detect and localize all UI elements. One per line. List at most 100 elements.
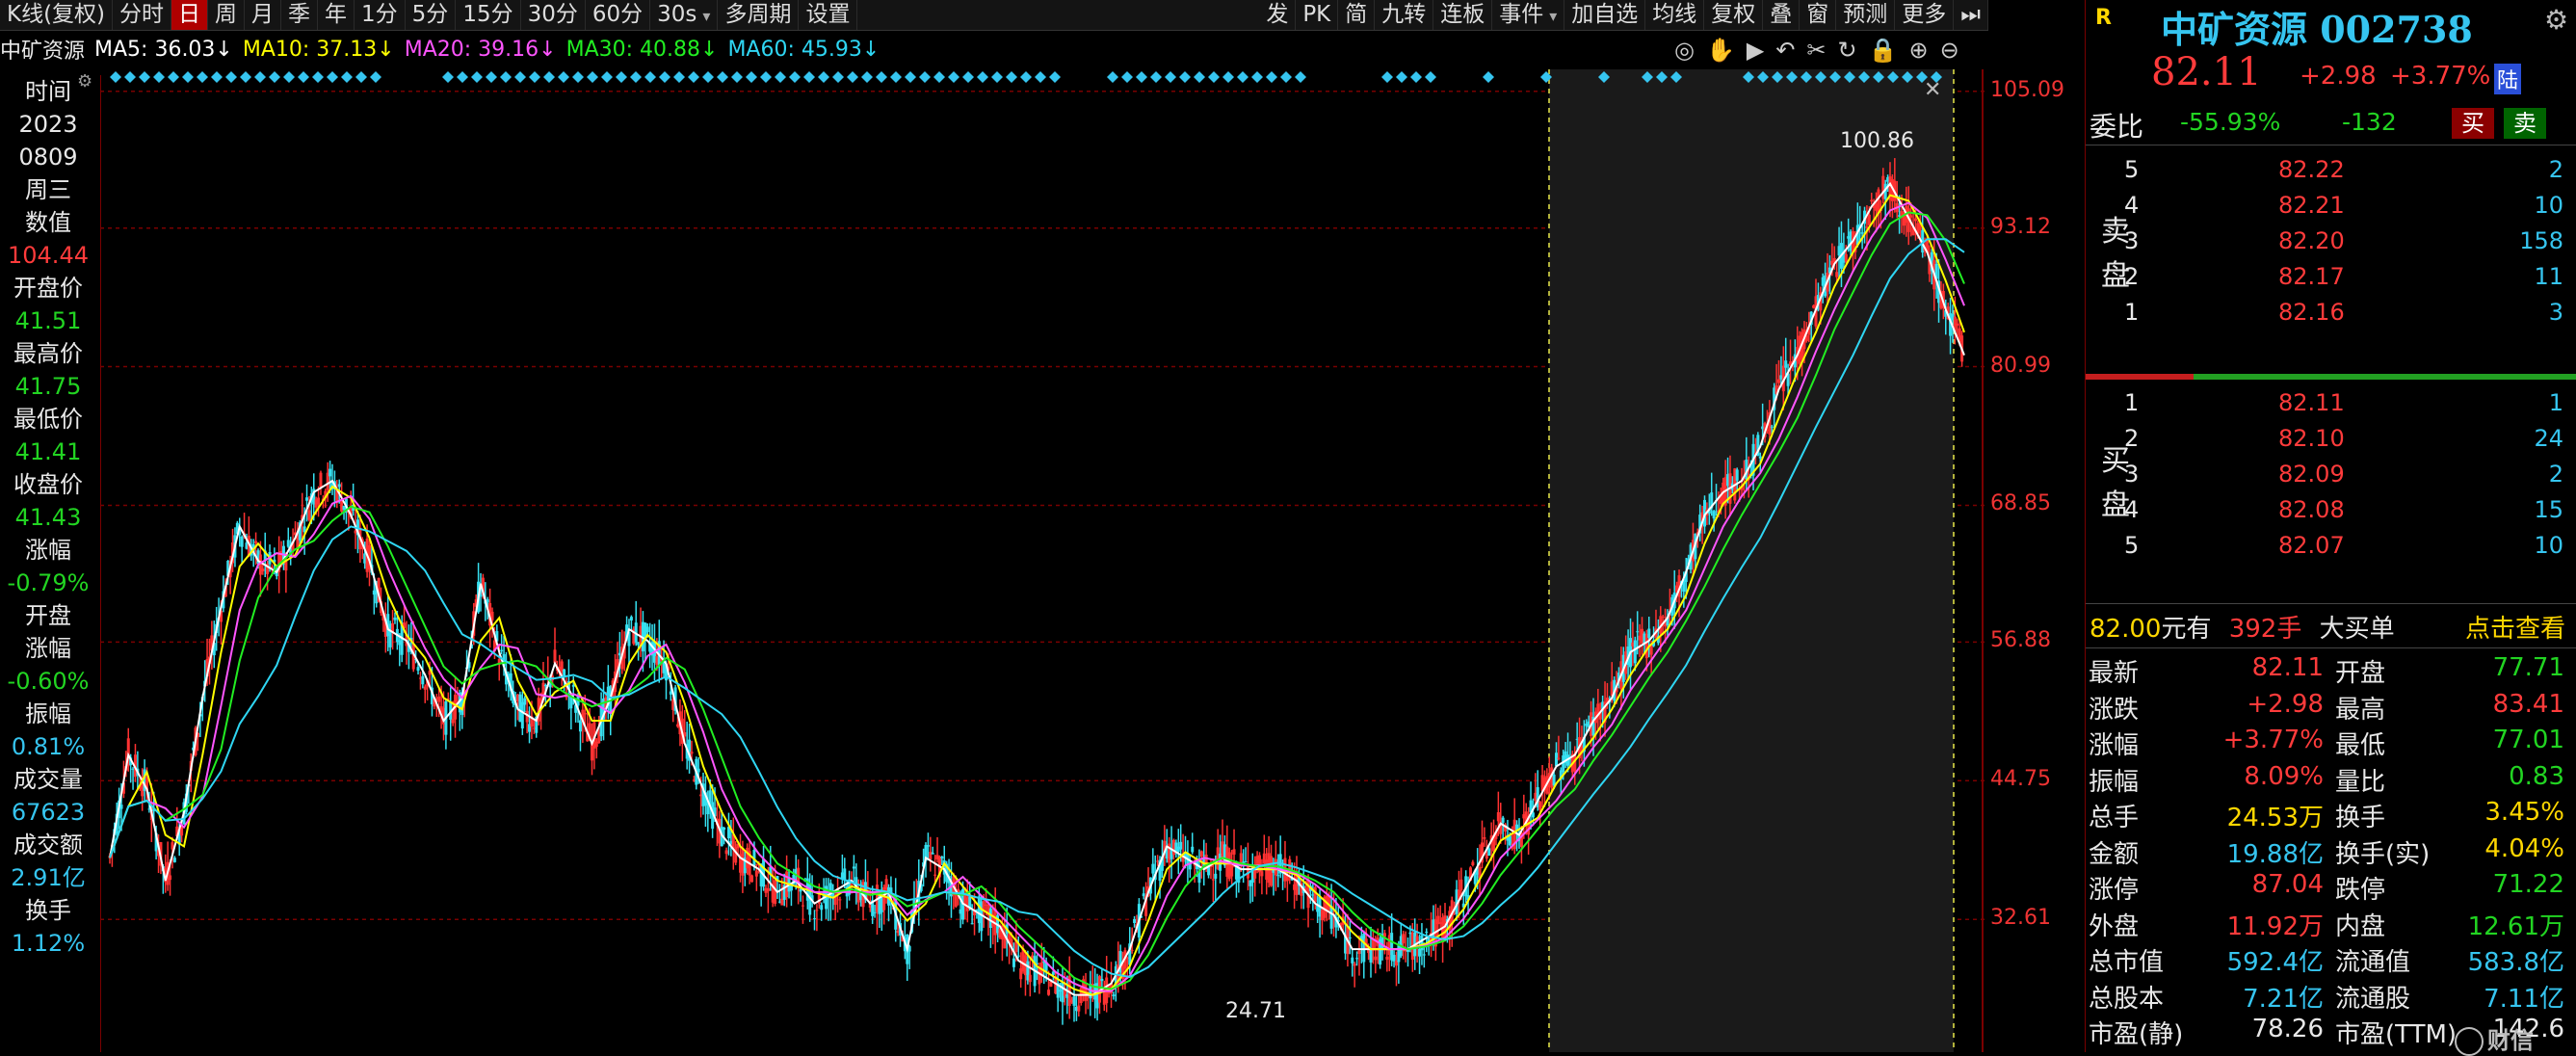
toolbar-item[interactable]: 1分 [355,0,406,30]
toolbar-item[interactable]: 30分 [521,0,586,30]
price-axis-label: 56.88 [1990,628,2051,653]
export-icon[interactable]: ⏭ [1954,0,1988,30]
candle-body [1072,996,1076,1006]
level-price: 82.11 [2278,389,2345,416]
toolbar-right-item[interactable]: 叠 [1763,0,1801,30]
refresh-icon[interactable]: ↻ [1838,37,1857,66]
candle-body [500,649,504,651]
eye-icon[interactable]: ◎ [1674,37,1695,66]
bids-row[interactable]: 1 82.11 1 [2124,385,2576,421]
toolbar-item[interactable]: 设置 [799,0,858,30]
play-icon[interactable]: ▶ [1747,37,1764,66]
price-axis-label: 32.61 [1990,906,2051,931]
candle-body [423,686,427,690]
info-row: 0.81% [11,733,86,760]
info-row: 周三 [25,176,71,203]
toolbar-item[interactable]: 分时 [113,0,172,30]
signal-marker [731,71,743,83]
toolbar-item[interactable]: K线(复权) [0,0,114,30]
info-row: 成交额 [13,832,83,858]
zoom-in-icon[interactable]: ⊕ [1909,37,1929,66]
asks-row[interactable]: 4 82.21 10 [2124,188,2576,224]
stat-row: 金额 19.88亿 换手(实) 4.04% [2089,834,2570,869]
scissors-icon[interactable]: ✂ [1806,37,1826,66]
stat-value: 78.26 [2251,1015,2324,1043]
level-price: 82.08 [2278,496,2345,523]
bids-row[interactable]: 4 82.08 15 [2124,492,2576,528]
signal-marker [1208,71,1220,83]
signal-marker [616,71,627,83]
toolbar-right-item[interactable]: 事件 [1492,0,1565,30]
signal-marker [110,71,121,83]
level-volume: 3 [2548,299,2563,326]
lock-icon[interactable]: 🔒 [1869,37,1898,66]
toolbar-item[interactable]: 15分 [456,0,521,30]
toolbar-item[interactable]: 周 [208,0,246,30]
stat-label: 最高 [2335,695,2386,725]
candle-body [119,805,123,809]
candle-body [1199,851,1203,858]
toolbar-right-item[interactable]: 加自选 [1564,0,1646,30]
toolbar-item[interactable]: 多周期 [718,0,800,30]
watermark-label: 财信 [2487,1027,2534,1054]
candle-body [1636,631,1640,633]
zoom-out-icon[interactable]: ⊖ [1940,37,1959,66]
undo-icon[interactable]: ↶ [1775,37,1795,66]
toolbar-right-item[interactable]: 窗 [1800,0,1837,30]
candle-body [1402,934,1406,944]
toolbar-right-item[interactable]: 预测 [1836,0,1896,30]
toolbar-right-item[interactable]: 均线 [1645,0,1705,30]
candle-body [240,536,244,547]
stat-label: 最低 [2335,731,2386,760]
stat-value: 87.04 [2251,870,2324,899]
weibi-num: -132 [2342,108,2397,136]
toolbar-item[interactable]: 30s [650,0,719,30]
toolbar-item[interactable]: 年 [318,0,355,30]
stock-title[interactable]: 中矿资源 002738 [2161,0,2473,53]
info-row: -0.79% [7,569,90,596]
toolbar-right-item[interactable]: 复权 [1704,0,1764,30]
toolbar-item[interactable]: 日 [171,0,209,30]
asks-row[interactable]: 2 82.17 11 [2124,259,2576,295]
ma20-label: MA20: 39.16↓ [404,37,557,62]
big-order-price: 82.00 [2090,615,2162,644]
asks-row[interactable]: 1 82.16 3 [2124,295,2576,330]
asks-row[interactable]: 3 82.20 158 [2124,224,2576,259]
toolbar-item[interactable]: 月 [245,0,282,30]
level-volume: 2 [2548,156,2563,183]
big-order-bar[interactable]: 82.00元有 392手 大买单 点击查看 [2090,609,2571,645]
candle-body [1016,955,1020,957]
candle-body [523,698,527,705]
kline-chart[interactable]: 100.86 24.71 ✕ [100,69,1985,1052]
sell-button[interactable]: 卖 [2504,108,2546,139]
toolbar-right-item[interactable]: PK [1296,0,1339,30]
level-price: 82.22 [2278,156,2345,183]
settings-icon[interactable]: ⚙ [2544,4,2568,36]
toolbar-right-item[interactable]: 更多 [1895,0,1955,30]
buy-button[interactable]: 买 [2452,108,2494,139]
signal-marker [1237,71,1249,83]
big-order-link[interactable]: 点击查看 [2465,609,2565,645]
toolbar-right-item[interactable]: 连板 [1433,0,1493,30]
toolbar-item[interactable]: 季 [281,0,319,30]
toolbar-right-item[interactable]: 九转 [1375,0,1434,30]
toolbar-right-item[interactable]: 简 [1338,0,1376,30]
signal-marker [471,71,483,83]
toolbar-item[interactable]: 60分 [586,0,651,30]
hand-icon[interactable]: ✋ [1706,37,1735,66]
signal-marker [124,71,136,83]
candle-body [169,875,172,881]
toolbar-item[interactable]: 5分 [406,0,457,30]
candle-body [754,870,758,877]
asks-row[interactable]: 5 82.22 2 [2124,152,2576,188]
bids-row[interactable]: 3 82.09 2 [2124,457,2576,492]
info-row: 开盘价 [13,275,83,302]
signal-marker [861,71,873,83]
toolbar-right-item[interactable]: 发 [1259,0,1297,30]
candle-body [1531,812,1535,818]
bids-row[interactable]: 2 82.10 24 [2124,421,2576,457]
candle-body [926,845,930,847]
bids-row[interactable]: 5 82.07 10 [2124,528,2576,564]
signal-marker [225,71,237,83]
stat-value: 7.11亿 [2484,984,2564,1014]
